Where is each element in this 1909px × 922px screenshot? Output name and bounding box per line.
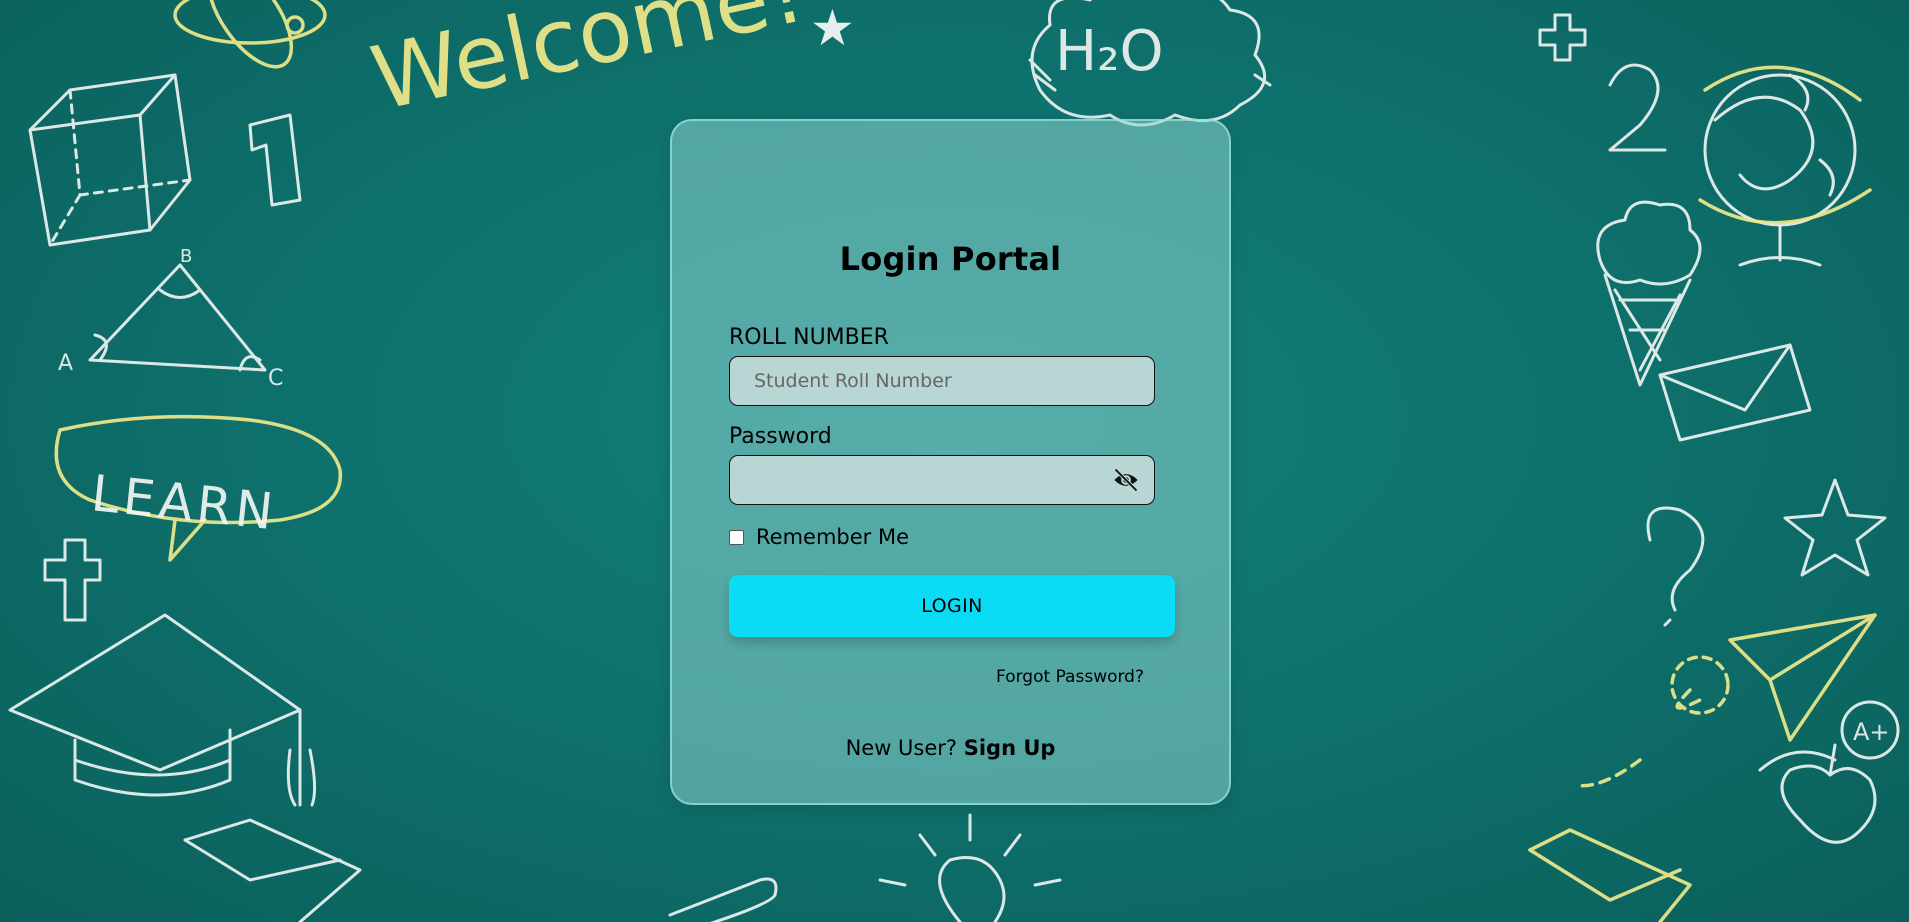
remember-me-row[interactable]: Remember Me bbox=[729, 525, 909, 549]
remember-me-label: Remember Me bbox=[756, 525, 909, 549]
eye-off-icon[interactable] bbox=[1112, 466, 1140, 494]
triangle-label-a: A bbox=[58, 351, 73, 376]
number-one-doodle bbox=[248, 113, 302, 207]
learn-chalk-text: LEARN bbox=[89, 464, 280, 541]
roll-number-field bbox=[729, 356, 1155, 406]
password-label: Password bbox=[729, 424, 832, 449]
dashed-circle-doodle bbox=[1670, 655, 1730, 715]
envelope-doodle-right bbox=[1658, 343, 1812, 442]
graduation-cap-doodle bbox=[8, 613, 317, 807]
new-user-text: New User? bbox=[845, 736, 964, 760]
grade-badge-text: A+ bbox=[1853, 718, 1890, 746]
triangle-doodle bbox=[88, 263, 267, 372]
lightbulb-doodle bbox=[878, 813, 1062, 922]
star-chalk-glyph: ★ bbox=[810, 0, 855, 57]
star-doodle bbox=[1783, 478, 1887, 577]
remember-me-checkbox[interactable] bbox=[729, 529, 744, 545]
apple-doodle bbox=[1758, 743, 1877, 844]
h2o-chalk-text: H₂O bbox=[1055, 19, 1164, 84]
login-card: Login Portal ROLL NUMBER Password Rememb… bbox=[670, 119, 1231, 805]
envelope-doodle-bottom-left bbox=[183, 818, 362, 922]
atom-doodle bbox=[173, 0, 327, 69]
question-doodle bbox=[1646, 506, 1705, 627]
roll-number-label: ROLL NUMBER bbox=[729, 325, 889, 350]
paperclip-doodle bbox=[668, 877, 778, 922]
globe-doodle bbox=[1703, 73, 1857, 267]
signup-link[interactable]: Sign Up bbox=[964, 736, 1056, 760]
password-field bbox=[729, 455, 1155, 505]
login-button[interactable]: LOGIN bbox=[729, 575, 1175, 637]
forgot-password-link[interactable]: Forgot Password? bbox=[996, 667, 1144, 687]
triangle-label-b: B bbox=[180, 246, 192, 267]
number-two-doodle bbox=[1608, 63, 1667, 152]
ice-cream-doodle bbox=[1596, 200, 1702, 387]
signup-row: New User? Sign Up bbox=[672, 736, 1229, 760]
login-page: Welcome! LEARN H₂O A B C A+ ★ Login Port… bbox=[0, 0, 1909, 922]
envelope-doodle-bottom-right bbox=[1528, 828, 1692, 922]
plus-doodle-right bbox=[1538, 13, 1587, 62]
welcome-chalk-text: Welcome! bbox=[363, 0, 813, 131]
page-title: Login Portal bbox=[839, 240, 1062, 278]
roll-number-input[interactable] bbox=[730, 357, 1154, 405]
triangle-label-c: C bbox=[268, 366, 283, 391]
cube-doodle bbox=[28, 73, 192, 247]
plus-doodle-left bbox=[43, 538, 102, 622]
password-input[interactable] bbox=[730, 456, 1154, 504]
